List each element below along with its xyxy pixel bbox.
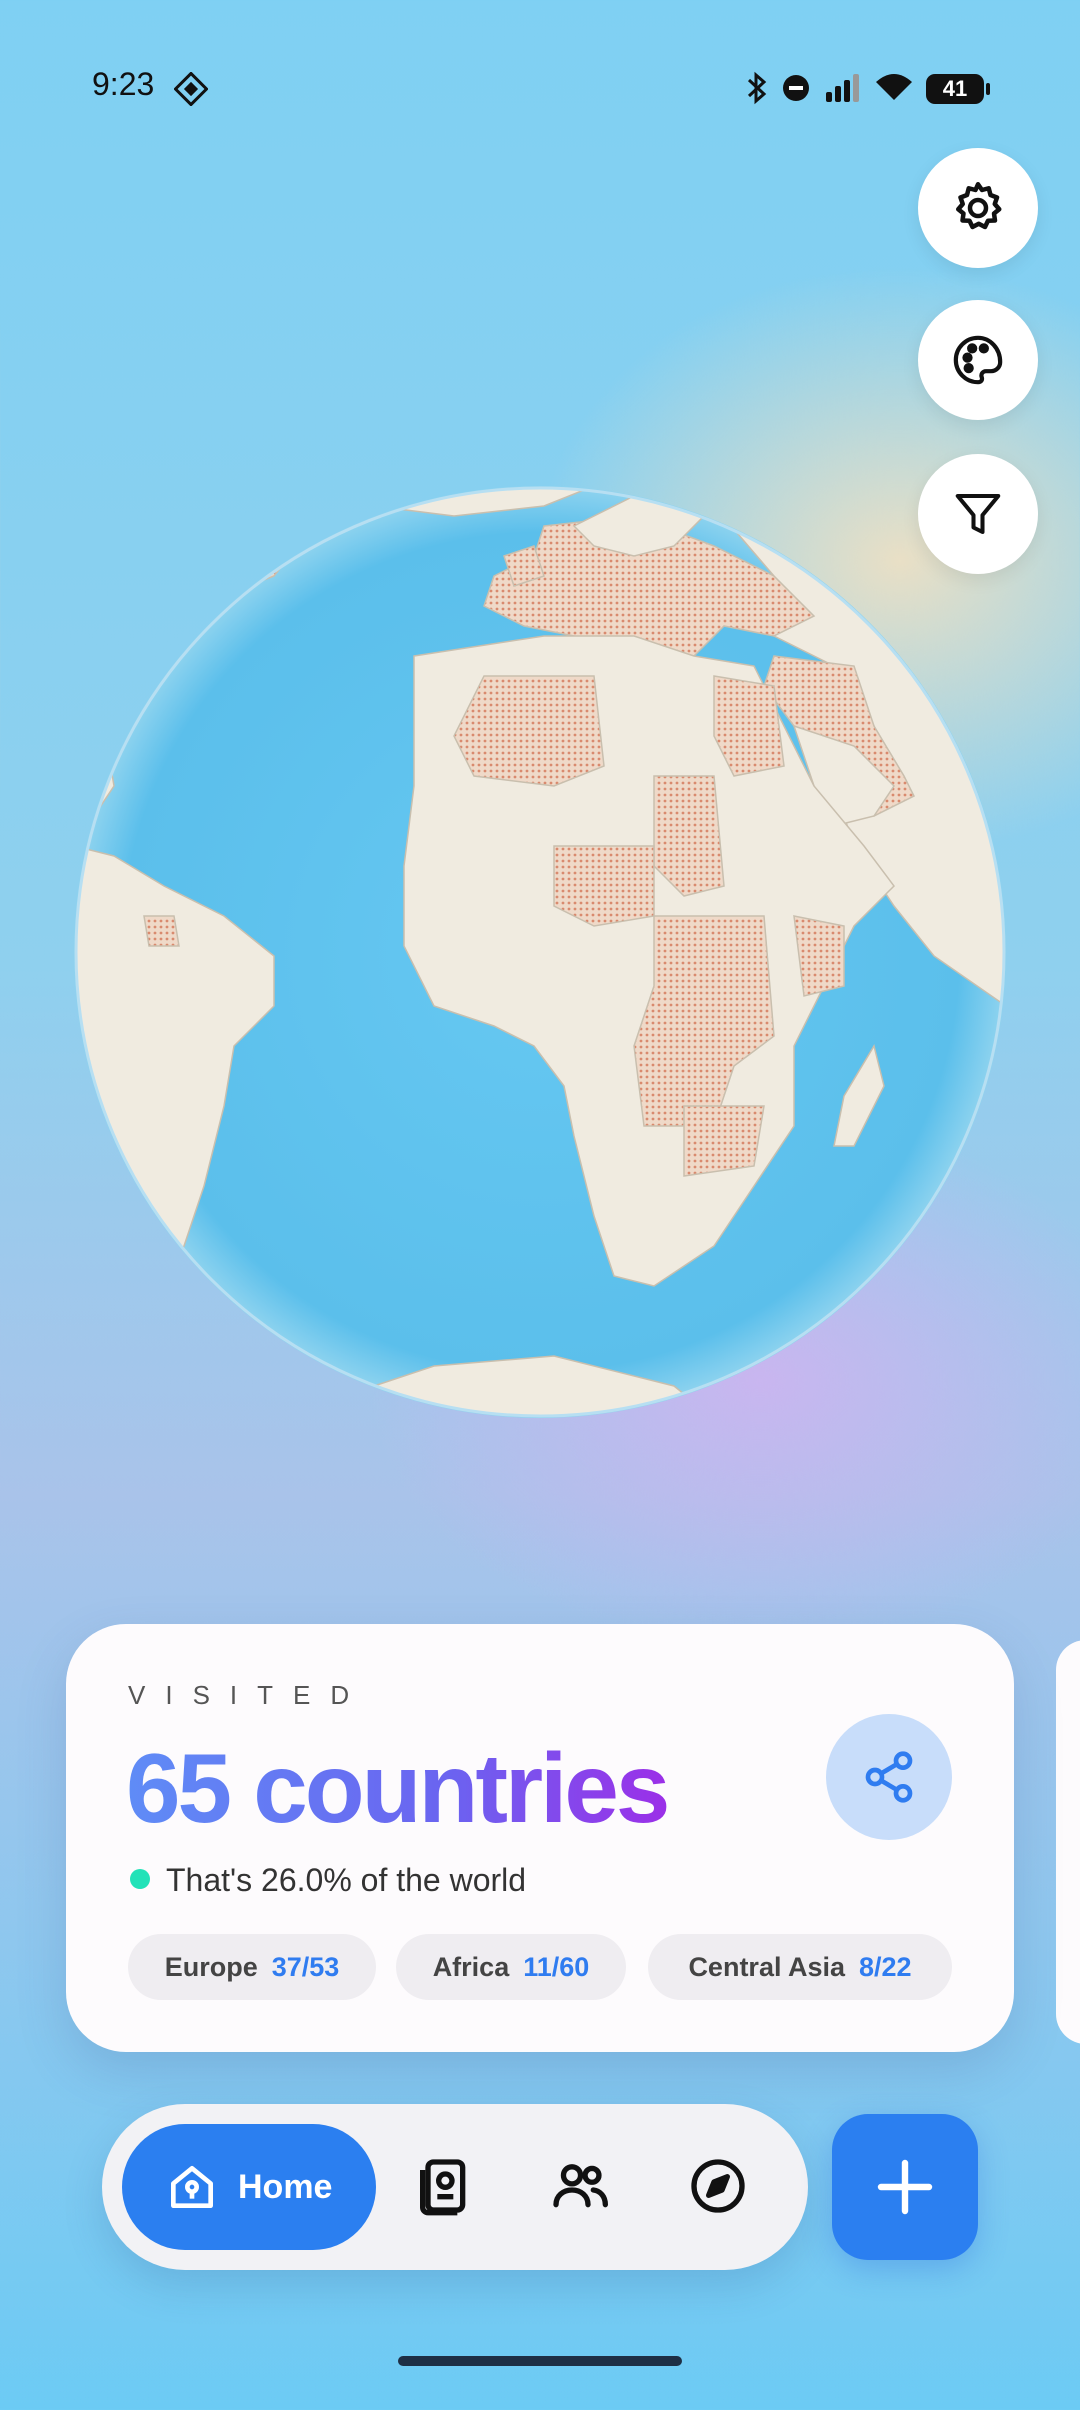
visited-north-africa [453,675,605,787]
region-name: Central Asia [688,1951,845,1982]
country-count: 65 countries [126,1733,670,1843]
region-name: Africa [432,1951,510,1982]
wifi-icon [876,74,912,100]
visited-west-africa [553,845,655,927]
globe-map[interactable] [74,486,1006,1418]
share-button[interactable] [826,1714,952,1840]
signal-icon [826,74,859,102]
add-button[interactable] [832,2114,978,2260]
do-not-disturb-icon [783,75,809,101]
region-chip-africa[interactable]: Africa 11/60 [396,1934,626,2000]
visited-southern-africa [683,1105,765,1177]
theme-button[interactable] [918,300,1038,420]
passport-icon[interactable] [412,2154,476,2218]
friends-icon[interactable] [548,2154,612,2218]
status-bar: 9:23 41 [0,60,1080,116]
palette-icon [953,335,1003,385]
home-icon [171,2166,214,2208]
visited-stats-card: VISITED 65 countries That's 26.0% of the… [66,1624,1014,2052]
region-name: Europe [164,1951,258,1982]
world-percent: That's 26.0% of the world [166,1862,527,1898]
bluetooth-icon [747,71,767,105]
home-indicator [398,2356,682,2366]
gear-icon [956,182,1002,230]
bottom-nav: Home [102,2104,808,2270]
visited-south-america [143,915,180,947]
next-card-peek[interactable] [1056,1640,1080,2044]
plus-icon [877,2159,933,2215]
visited-label: VISITED [128,1680,370,1710]
region-chip-central-asia[interactable]: Central Asia 8/22 [648,1934,952,2000]
region-chip-europe[interactable]: Europe 37/53 [128,1934,376,2000]
compass-icon[interactable] [686,2154,750,2218]
status-time: 9:23 [92,66,155,102]
app-notification-icon [174,72,208,106]
region-count: 11/60 [523,1951,590,1982]
region-count: 8/22 [859,1951,912,1982]
share-icon [865,1751,913,1803]
nav-home-label: Home [238,2167,333,2206]
status-dot [130,1869,150,1889]
battery-indicator: 41 [926,74,990,104]
settings-button[interactable] [918,148,1038,268]
region-count: 37/53 [271,1951,340,1982]
nav-home-button[interactable]: Home [122,2124,376,2250]
